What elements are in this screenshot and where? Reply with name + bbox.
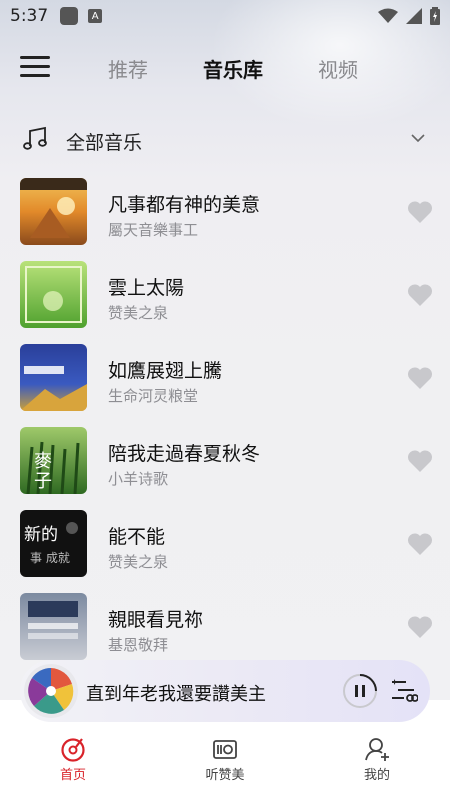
bottom-navigation: 首页 听赞美 我的 [0,728,450,800]
status-bar: 5:37 A [0,0,450,32]
svg-text:子: 子 [34,471,52,492]
album-cover: 麥 子 [20,427,87,494]
signal-icon [406,8,422,24]
song-title: 能不能 [108,526,166,548]
music-note-icon [23,126,47,150]
song-item[interactable]: 凡事都有神的美意 屬天音樂事工 [0,178,450,248]
heart-icon[interactable] [407,366,433,390]
album-cover [20,593,87,660]
album-cover [20,261,87,328]
song-item[interactable]: 雲上太陽 赞美之泉 [0,261,450,331]
section-header[interactable]: 全部音乐 [0,120,450,160]
song-item[interactable]: 如鷹展翅上騰 生命河灵粮堂 [0,344,450,414]
song-artist: 生命河灵粮堂 [108,387,199,405]
song-title: 親眼看見祢 [108,609,204,631]
bottom-nav-label: 我的 [363,768,390,783]
svg-text:麥: 麥 [34,451,52,472]
radio-icon [213,740,237,759]
song-artist: 赞美之泉 [108,304,169,322]
album-cover: 新的 事 成就 [20,510,87,577]
song-item[interactable]: 新的 事 成就 能不能 赞美之泉 [0,510,450,580]
now-playing-disc[interactable] [24,664,78,718]
song-item[interactable]: 麥 子 陪我走過春夏秋冬 小羊诗歌 [0,427,450,497]
album-cover [20,178,87,245]
tab-music-library[interactable]: 音乐库 [203,54,263,83]
tab-video[interactable]: 视频 [318,54,358,83]
status-time: 5:37 [10,6,49,26]
bottom-nav-home[interactable]: 首页 [28,736,118,783]
mini-player[interactable]: 直到年老我還要讚美主 [20,660,430,722]
pause-icon[interactable] [342,673,378,709]
song-title: 陪我走過春夏秋冬 [108,443,261,465]
menu-icon[interactable] [20,54,50,80]
user-add-icon [365,738,389,761]
keyboard-notification-icon: A [88,9,103,23]
top-navigation: 推荐 音乐库 视频 [0,44,450,90]
song-title: 如鷹展翅上騰 [108,360,223,382]
heart-icon[interactable] [407,283,433,307]
song-artist: 小羊诗歌 [108,470,169,488]
section-title: 全部音乐 [66,132,143,154]
heart-icon[interactable] [407,532,433,556]
playlist-icon[interactable] [392,679,418,703]
song-title: 雲上太陽 [108,277,185,299]
song-artist: 基恩敬拜 [108,636,169,654]
bottom-nav-label: 听赞美 [205,768,245,783]
heart-icon[interactable] [407,200,433,224]
bottom-nav-praise[interactable]: 听赞美 [180,736,270,783]
album-cover [20,344,87,411]
song-artist: 屬天音樂事工 [108,221,199,239]
chevron-down-icon[interactable] [410,130,426,146]
app-notification-icon [60,7,79,25]
svg-text:新的: 新的 [24,525,58,545]
song-item[interactable]: 親眼看見祢 基恩敬拜 [0,593,450,663]
song-title: 凡事都有神的美意 [108,194,261,216]
now-playing-title: 直到年老我還要讚美主 [86,684,266,705]
bottom-nav-label: 首页 [59,768,86,783]
bottom-nav-mine[interactable]: 我的 [332,736,422,783]
heart-icon[interactable] [407,449,433,473]
battery-icon [430,7,440,25]
home-disc-icon [61,738,85,762]
song-artist: 赞美之泉 [108,553,169,571]
heart-icon[interactable] [407,615,433,639]
wifi-icon [378,8,398,23]
svg-text:事 成就: 事 成就 [30,551,70,565]
tab-recommend[interactable]: 推荐 [108,54,148,83]
